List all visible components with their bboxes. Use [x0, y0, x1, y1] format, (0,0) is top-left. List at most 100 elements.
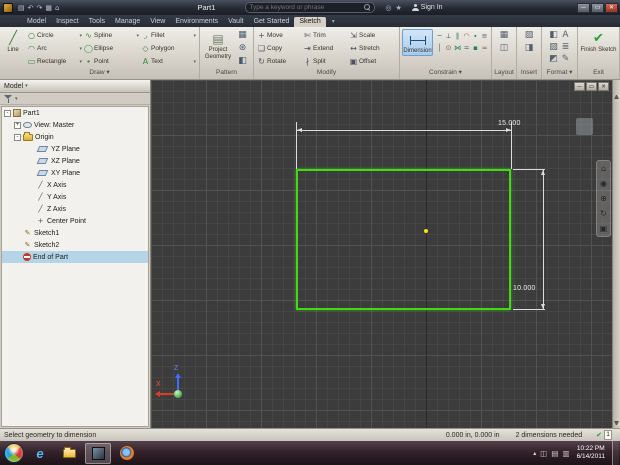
- show-desktop-button[interactable]: [612, 441, 619, 465]
- circular-pattern-icon[interactable]: ⊛: [236, 42, 249, 54]
- minimize-button[interactable]: ─: [577, 2, 590, 13]
- maximize-button[interactable]: ▭: [591, 2, 604, 13]
- explorer-taskbar-button[interactable]: [56, 443, 82, 464]
- tab-environments[interactable]: Environments: [170, 17, 223, 27]
- insert-points-icon[interactable]: ◨: [525, 43, 534, 54]
- circle-tool-button[interactable]: ○ Circle ▾: [26, 29, 83, 42]
- home-icon[interactable]: ⌂: [55, 4, 59, 12]
- tree-item-z-axis[interactable]: ╱ Z Axis: [2, 203, 148, 215]
- dimension-tool-button[interactable]: Dimension: [402, 29, 433, 56]
- search-icon[interactable]: [364, 4, 371, 11]
- scale-tool-button[interactable]: ⇲ Scale: [348, 29, 394, 42]
- perpendicular-constraint-icon[interactable]: ⟂: [444, 31, 453, 43]
- tree-expander[interactable]: -: [14, 133, 21, 141]
- tray-app-icon[interactable]: ◫: [540, 449, 547, 458]
- arc-tool-button[interactable]: ◠ Arc ▾: [26, 42, 83, 55]
- document-restore-button[interactable]: ▭: [586, 82, 597, 91]
- width-dimension-value[interactable]: 15.000: [498, 120, 521, 127]
- document-minimize-button[interactable]: ─: [574, 82, 585, 91]
- internet-explorer-taskbar-button[interactable]: e: [27, 443, 53, 464]
- trim-tool-button[interactable]: ✄ Trim: [302, 29, 348, 42]
- scrollbar-up-arrow[interactable]: [614, 94, 619, 99]
- tab-get-started[interactable]: Get Started: [249, 17, 295, 27]
- layout-sketch-icon[interactable]: ▦: [500, 30, 509, 41]
- navigation-bar[interactable]: ⌂ ◉ ⊕ ↻ ▣: [596, 160, 611, 237]
- layout-block-icon[interactable]: ◫: [500, 43, 509, 54]
- format-linetype-icon[interactable]: ≣: [560, 42, 572, 54]
- tree-item-view-master[interactable]: + View: Master: [2, 119, 148, 131]
- favorites-icon[interactable]: ★: [396, 4, 402, 12]
- chevron-down-icon[interactable]: ▾: [25, 83, 28, 89]
- help-icon[interactable]: ◎: [385, 4, 391, 12]
- orbit-icon[interactable]: ↻: [600, 209, 607, 218]
- format-construction-icon[interactable]: ◧: [548, 30, 560, 42]
- undo-icon[interactable]: ↶: [28, 4, 34, 12]
- vertical-constraint-icon[interactable]: │: [435, 43, 444, 55]
- offset-tool-button[interactable]: ▣ Offset: [348, 55, 394, 68]
- tree-item-origin[interactable]: - Origin: [2, 131, 148, 143]
- finish-sketch-button[interactable]: ✔ Finish Sketch: [580, 29, 617, 54]
- rectangle-tool-button[interactable]: ▭ Rectangle ▾: [26, 55, 83, 68]
- equal-constraint-icon[interactable]: =: [462, 43, 471, 55]
- tab-model[interactable]: Model: [22, 17, 51, 27]
- fillet-tool-button[interactable]: ◞ Fillet ▾: [140, 29, 197, 42]
- format-text-icon[interactable]: A: [560, 30, 572, 42]
- search-input[interactable]: [249, 4, 363, 11]
- tree-item-x-axis[interactable]: ╱ X Axis: [2, 179, 148, 191]
- sketch-canvas[interactable]: ─ ▭ ✕ ⌂ ◉ ⊕ ↻ ▣ 15.000 10.000 Z X: [151, 80, 620, 428]
- tangent-constraint-icon[interactable]: ◠: [462, 31, 471, 43]
- close-button[interactable]: ✕: [605, 2, 618, 13]
- smooth-constraint-icon[interactable]: ≈: [480, 43, 489, 55]
- extend-tool-button[interactable]: ⇥ Extend: [302, 42, 348, 55]
- point-tool-button[interactable]: ∙ Point: [83, 55, 140, 68]
- line-tool-button[interactable]: ╱ Line: [2, 29, 24, 54]
- coincident-constraint-icon[interactable]: ∙: [471, 31, 480, 43]
- dropdown-arrow-icon[interactable]: ▾: [136, 33, 139, 39]
- home-view-icon[interactable]: ⌂: [601, 164, 606, 173]
- split-tool-button[interactable]: ∤ Split: [302, 55, 348, 68]
- tab-sketch[interactable]: Sketch: [294, 17, 326, 27]
- tree-item-xz-plane[interactable]: XZ Plane: [2, 155, 148, 167]
- steering-wheel-icon[interactable]: ◉: [600, 179, 607, 188]
- sign-in-button[interactable]: Sign In: [411, 3, 443, 12]
- rectangular-pattern-icon[interactable]: ▦: [236, 29, 249, 41]
- tree-item-sketch1[interactable]: ✎ Sketch1: [2, 227, 148, 239]
- tree-item-y-axis[interactable]: ╱ Y Axis: [2, 191, 148, 203]
- viewcube[interactable]: [576, 118, 593, 135]
- application-menu-icon[interactable]: [3, 2, 13, 13]
- document-close-button[interactable]: ✕: [598, 82, 609, 91]
- tab-vault[interactable]: Vault: [223, 17, 248, 27]
- zoom-icon[interactable]: ⊕: [600, 194, 607, 203]
- horizontal-constraint-icon[interactable]: ─: [435, 31, 444, 43]
- polygon-tool-button[interactable]: ◇ Polygon: [140, 42, 197, 55]
- tree-expander[interactable]: -: [4, 109, 11, 117]
- rotate-tool-button[interactable]: ↻ Rotate: [256, 55, 302, 68]
- mirror-icon[interactable]: ◧: [236, 55, 249, 67]
- save-icon[interactable]: ▦: [45, 4, 52, 12]
- search-box[interactable]: [245, 2, 376, 13]
- canvas-scrollbar[interactable]: [612, 80, 620, 428]
- ellipse-tool-button[interactable]: ◯ Ellipse: [83, 42, 140, 55]
- tree-item-part1[interactable]: - Part1: [2, 107, 148, 119]
- constrain-group-label[interactable]: Constrain ▾: [400, 68, 491, 79]
- dropdown-arrow-icon[interactable]: ▾: [79, 33, 82, 39]
- dropdown-arrow-icon[interactable]: ▾: [193, 59, 196, 65]
- width-dimension-line[interactable]: [296, 130, 512, 131]
- look-at-icon[interactable]: ▣: [600, 224, 608, 233]
- browser-header[interactable]: Model ▾: [0, 80, 150, 93]
- firefox-taskbar-button[interactable]: [114, 443, 140, 464]
- volume-icon[interactable]: ▥: [562, 449, 569, 458]
- dropdown-arrow-icon[interactable]: ▾: [79, 46, 82, 52]
- project-geometry-button[interactable]: ▤ Project Geometry: [202, 29, 234, 60]
- taskbar-clock[interactable]: 10:22 PM 6/14/2011: [577, 445, 605, 461]
- spline-tool-button[interactable]: ∿ Spline ▾: [83, 29, 140, 42]
- tree-item-yz-plane[interactable]: YZ Plane: [2, 143, 148, 155]
- tab-manage[interactable]: Manage: [110, 17, 145, 27]
- inventor-taskbar-button[interactable]: [85, 442, 111, 464]
- minimize-ribbon-icon[interactable]: ▾: [332, 18, 335, 27]
- collinear-constraint-icon[interactable]: ≡: [480, 31, 489, 43]
- filter-icon[interactable]: [4, 94, 13, 103]
- copy-tool-button[interactable]: ❏ Copy: [256, 42, 302, 55]
- start-button[interactable]: [4, 443, 24, 463]
- height-dimension-value[interactable]: 10.000: [513, 285, 536, 292]
